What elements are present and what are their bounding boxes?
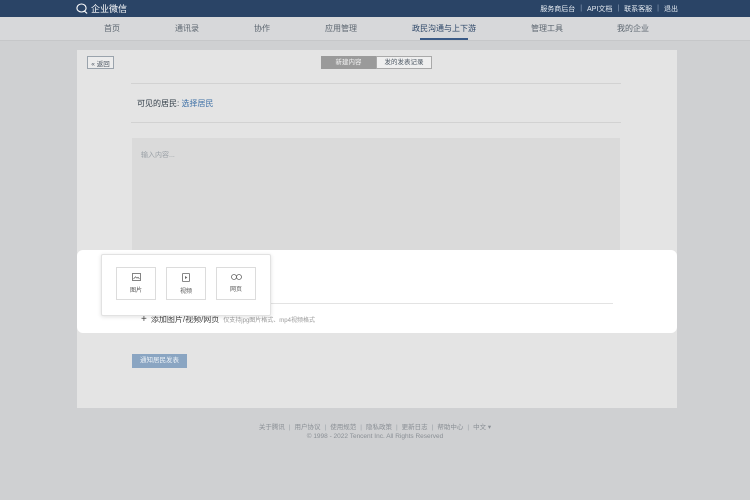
footer-link-user-agreement[interactable]: 用户协议 [295, 424, 321, 431]
footer-link-usage-rules[interactable]: 使用规范 [330, 424, 356, 431]
content-tabs: 新建内容 发的发表记录 [321, 56, 432, 69]
wecom-logo-icon [76, 3, 88, 14]
video-icon [182, 272, 190, 282]
divider: | [288, 424, 291, 431]
nav-item-app-management[interactable]: 应用管理 [325, 17, 357, 40]
language-selector[interactable]: 中文 ▾ [473, 424, 491, 431]
top-bar: 企业微信 服务商后台 | API文档 | 联系客服 | 退出 [0, 0, 750, 17]
divider: | [617, 5, 620, 12]
divider: | [467, 424, 470, 431]
media-option-video[interactable]: 视频 [166, 267, 206, 300]
toplink-contact-support[interactable]: 联系客服 [624, 4, 652, 14]
divider: | [395, 424, 398, 431]
divider: | [431, 424, 434, 431]
toplink-logout[interactable]: 退出 [664, 4, 678, 14]
active-tab-indicator [420, 38, 468, 40]
back-button[interactable]: « 返回 [87, 56, 114, 69]
divider: | [657, 5, 659, 12]
media-option-webpage[interactable]: 网页 [216, 267, 256, 300]
visible-residents-label: 可见的居民: [137, 99, 180, 108]
select-residents-link[interactable]: 选择居民 [181, 99, 213, 108]
divider: | [360, 424, 362, 431]
media-option-image[interactable]: 图片 [116, 267, 156, 300]
nav-item-collaboration[interactable]: 协作 [254, 17, 270, 40]
brand-name: 企业微信 [91, 4, 128, 14]
media-option-label: 图片 [129, 288, 142, 294]
footer-link-privacy[interactable]: 隐私政策 [366, 424, 392, 431]
tab-new-content[interactable]: 新建内容 [321, 56, 376, 69]
toplink-provider-console[interactable]: 服务商后台 [540, 4, 575, 14]
tab-post-history[interactable]: 发的发表记录 [376, 56, 432, 69]
content-card: « 返回 新建内容 发的发表记录 可见的居民: 选择居民 输入内容... 通知居… [77, 50, 677, 408]
media-type-popup: 图片 视频 网页 [101, 254, 271, 316]
copyright-text: © 1998 - 2022 Tencent Inc. All Rights Re… [306, 433, 444, 440]
top-links: 服务商后台 | API文档 | 联系客服 | 退出 [540, 0, 678, 17]
nav-item-contacts[interactable]: 通讯录 [175, 17, 199, 40]
nav-item-my-enterprise[interactable]: 我的企业 [617, 17, 649, 40]
nav-item-home[interactable]: 首页 [104, 17, 120, 40]
brand-logo[interactable]: 企业微信 [76, 2, 127, 15]
divider: | [580, 5, 583, 12]
media-option-label: 视频 [179, 288, 192, 295]
divider: | [324, 424, 327, 431]
link-icon [230, 274, 242, 280]
add-media-hint: 仅支持jpg图片格式、mp4视频格式 [223, 318, 315, 324]
media-option-label: 网页 [229, 287, 242, 293]
footer-links: 关于腾讯 | 用户协议 | 使用规范 | 隐私政策 | 更新日志 | 帮助中心 | 中文 ▾ [0, 421, 750, 431]
footer-link-changelog[interactable]: 更新日志 [402, 424, 428, 431]
main-nav: 首页 通讯录 协作 应用管理 政民沟通与上下游 管理工具 我的企业 [0, 17, 750, 41]
editor-placeholder: 输入内容... [141, 152, 175, 159]
image-icon [131, 273, 141, 281]
nav-item-management-tools[interactable]: 管理工具 [531, 17, 563, 40]
footer-link-about[interactable]: 关于腾讯 [259, 424, 285, 431]
publish-button[interactable]: 通知居民发表 [132, 354, 187, 368]
toplink-api-docs[interactable]: API文档 [587, 4, 612, 14]
nav-item-government-resident[interactable]: 政民沟通与上下游 [412, 17, 476, 40]
visible-residents: 可见的居民: 选择居民 [137, 98, 213, 109]
footer-link-help[interactable]: 帮助中心 [437, 424, 463, 431]
visible-residents-row: 可见的居民: 选择居民 [131, 83, 621, 123]
